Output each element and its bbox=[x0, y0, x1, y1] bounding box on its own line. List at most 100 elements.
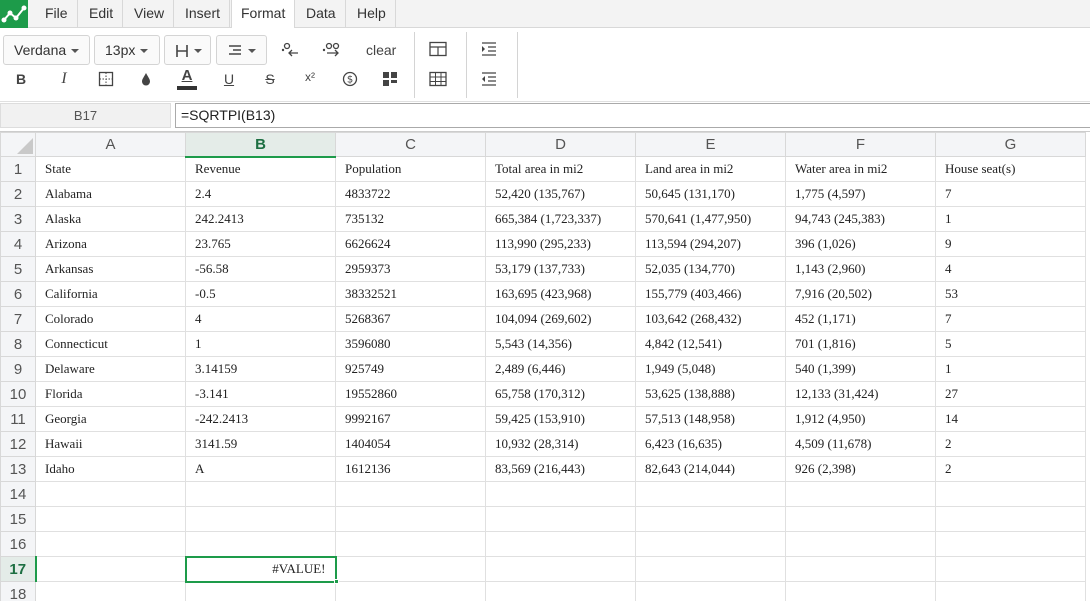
cell-f2[interactable]: 1,775 (4,597) bbox=[785, 181, 936, 207]
cell-d13[interactable]: 83,569 (216,443) bbox=[485, 456, 636, 482]
borders-button[interactable] bbox=[92, 66, 120, 92]
cell-c4[interactable]: 6626624 bbox=[335, 231, 486, 257]
cell-b9[interactable]: 3.14159 bbox=[185, 356, 336, 382]
cell-b6[interactable]: -0.5 bbox=[185, 281, 336, 307]
cell-b12[interactable]: 3141.59 bbox=[185, 431, 336, 457]
cell-c7[interactable]: 5268367 bbox=[335, 306, 486, 332]
cell-c17[interactable] bbox=[335, 556, 486, 582]
formula-input[interactable]: =SQRTPI(B13) bbox=[175, 103, 1090, 128]
cell-e1[interactable]: Land area in mi2 bbox=[635, 156, 786, 182]
fill-handle[interactable] bbox=[334, 579, 339, 584]
cell-g2[interactable]: 7 bbox=[935, 181, 1086, 207]
cell-c1[interactable]: Population bbox=[335, 156, 486, 182]
cell-a12[interactable]: Hawaii bbox=[35, 431, 186, 457]
cell-c11[interactable]: 9992167 bbox=[335, 406, 486, 432]
cell-g10[interactable]: 27 bbox=[935, 381, 1086, 407]
cell-e6[interactable]: 155,779 (403,466) bbox=[635, 281, 786, 307]
cell-g8[interactable]: 5 bbox=[935, 331, 1086, 357]
column-header-c[interactable]: C bbox=[335, 132, 486, 157]
heading-select[interactable] bbox=[164, 35, 211, 65]
cell-e2[interactable]: 50,645 (131,170) bbox=[635, 181, 786, 207]
cell-e17[interactable] bbox=[635, 556, 786, 582]
cell-e16[interactable] bbox=[635, 531, 786, 557]
cell-e5[interactable]: 52,035 (134,770) bbox=[635, 256, 786, 282]
row-header-10[interactable]: 10 bbox=[0, 381, 36, 407]
cell-c3[interactable]: 735132 bbox=[335, 206, 486, 232]
cell-g16[interactable] bbox=[935, 531, 1086, 557]
cell-a4[interactable]: Arizona bbox=[35, 231, 186, 257]
cell-c9[interactable]: 925749 bbox=[335, 356, 486, 382]
merge-cells-button[interactable] bbox=[424, 36, 452, 62]
cell-d7[interactable]: 104,094 (269,602) bbox=[485, 306, 636, 332]
cell-g1[interactable]: House seat(s) bbox=[935, 156, 1086, 182]
menu-view[interactable]: View bbox=[125, 0, 175, 28]
column-header-d[interactable]: D bbox=[485, 132, 636, 157]
cell-f1[interactable]: Water area in mi2 bbox=[785, 156, 936, 182]
cell-c5[interactable]: 2959373 bbox=[335, 256, 486, 282]
cell-a6[interactable]: California bbox=[35, 281, 186, 307]
cell-d16[interactable] bbox=[485, 531, 636, 557]
cell-f6[interactable]: 7,916 (20,502) bbox=[785, 281, 936, 307]
cell-b14[interactable] bbox=[185, 481, 336, 507]
bold-button[interactable]: B bbox=[7, 66, 35, 92]
cell-a3[interactable]: Alaska bbox=[35, 206, 186, 232]
cell-b17[interactable]: #VALUE! bbox=[184, 555, 337, 583]
column-header-g[interactable]: G bbox=[935, 132, 1086, 157]
cell-c14[interactable] bbox=[335, 481, 486, 507]
cell-g18[interactable] bbox=[935, 581, 1086, 601]
cell-d8[interactable]: 5,543 (14,356) bbox=[485, 331, 636, 357]
cell-g3[interactable]: 1 bbox=[935, 206, 1086, 232]
text-color-button[interactable]: A bbox=[173, 66, 201, 92]
select-all-corner[interactable] bbox=[0, 132, 36, 157]
cell-b15[interactable] bbox=[185, 506, 336, 532]
cell-d2[interactable]: 52,420 (135,767) bbox=[485, 181, 636, 207]
cell-g11[interactable]: 14 bbox=[935, 406, 1086, 432]
cell-f9[interactable]: 540 (1,399) bbox=[785, 356, 936, 382]
cell-f3[interactable]: 94,743 (245,383) bbox=[785, 206, 936, 232]
cell-g9[interactable]: 1 bbox=[935, 356, 1086, 382]
decrease-decimal-button[interactable] bbox=[276, 36, 304, 62]
cell-d11[interactable]: 59,425 (153,910) bbox=[485, 406, 636, 432]
row-header-9[interactable]: 9 bbox=[0, 356, 36, 382]
row-header-4[interactable]: 4 bbox=[0, 231, 36, 257]
cell-f14[interactable] bbox=[785, 481, 936, 507]
cell-a9[interactable]: Delaware bbox=[35, 356, 186, 382]
cell-g12[interactable]: 2 bbox=[935, 431, 1086, 457]
row-header-7[interactable]: 7 bbox=[0, 306, 36, 332]
cell-g15[interactable] bbox=[935, 506, 1086, 532]
cell-f18[interactable] bbox=[785, 581, 936, 601]
cell-e18[interactable] bbox=[635, 581, 786, 601]
cell-b5[interactable]: -56.58 bbox=[185, 256, 336, 282]
cell-a8[interactable]: Connecticut bbox=[35, 331, 186, 357]
cell-d14[interactable] bbox=[485, 481, 636, 507]
cell-e14[interactable] bbox=[635, 481, 786, 507]
cell-b10[interactable]: -3.141 bbox=[185, 381, 336, 407]
cell-b13[interactable]: A bbox=[185, 456, 336, 482]
cell-d10[interactable]: 65,758 (170,312) bbox=[485, 381, 636, 407]
cell-e4[interactable]: 113,594 (294,207) bbox=[635, 231, 786, 257]
cell-e12[interactable]: 6,423 (16,635) bbox=[635, 431, 786, 457]
cell-d6[interactable]: 163,695 (423,968) bbox=[485, 281, 636, 307]
font-size-select[interactable]: 13px bbox=[94, 35, 160, 65]
cell-a11[interactable]: Georgia bbox=[35, 406, 186, 432]
cell-e11[interactable]: 57,513 (148,958) bbox=[635, 406, 786, 432]
cell-b7[interactable]: 4 bbox=[185, 306, 336, 332]
cell-a13[interactable]: Idaho bbox=[35, 456, 186, 482]
row-header-2[interactable]: 2 bbox=[0, 181, 36, 207]
cell-b4[interactable]: 23.765 bbox=[185, 231, 336, 257]
cell-e10[interactable]: 53,625 (138,888) bbox=[635, 381, 786, 407]
menu-format[interactable]: Format bbox=[231, 0, 296, 29]
superscript-button[interactable]: x² bbox=[296, 64, 324, 90]
cell-g6[interactable]: 53 bbox=[935, 281, 1086, 307]
cell-c8[interactable]: 3596080 bbox=[335, 331, 486, 357]
menu-file[interactable]: File bbox=[36, 0, 78, 28]
underline-button[interactable]: U bbox=[215, 66, 243, 92]
cell-a5[interactable]: Arkansas bbox=[35, 256, 186, 282]
cell-d18[interactable] bbox=[485, 581, 636, 601]
row-header-1[interactable]: 1 bbox=[0, 156, 36, 182]
cell-a17[interactable] bbox=[35, 556, 186, 582]
cell-a10[interactable]: Florida bbox=[35, 381, 186, 407]
strikethrough-button[interactable]: S bbox=[256, 66, 284, 92]
cell-d1[interactable]: Total area in mi2 bbox=[485, 156, 636, 182]
column-header-a[interactable]: A bbox=[35, 132, 186, 157]
